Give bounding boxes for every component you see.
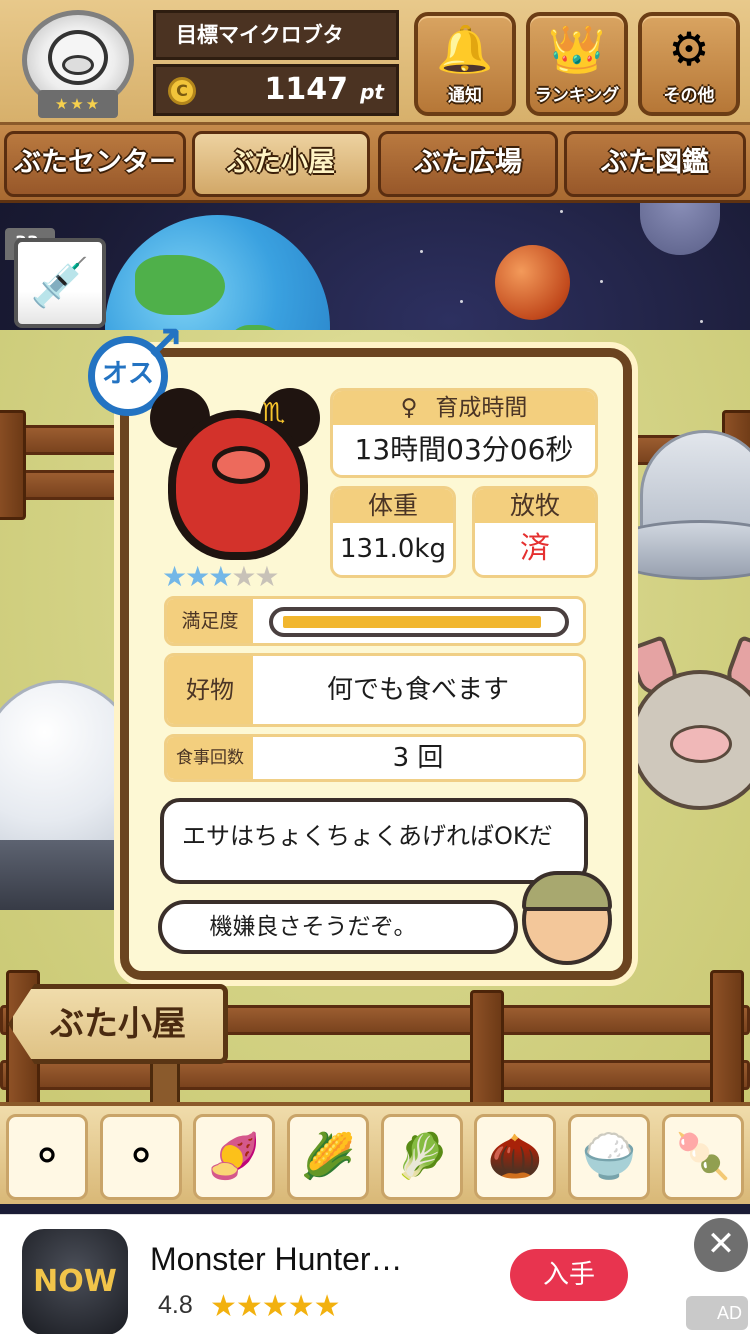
pig-rarity-stars: ★★★★★ — [162, 560, 280, 593]
tab-buta-hiroba[interactable]: ぶた広場 — [378, 131, 558, 197]
favorite-label: 好物 — [167, 656, 253, 724]
bell-icon: 🔔 — [436, 22, 494, 76]
graze-panel: 放牧 済 — [472, 486, 598, 578]
main-nav: ぶたセンター ぶた小屋 ぶた広場 ぶた図鑑 — [0, 125, 750, 203]
growth-time-panel: ♀ 育成時間 13時間03分06秒 — [330, 388, 598, 478]
weight-label: 体重 — [333, 489, 453, 523]
meal-count-label: 食事回数 — [167, 737, 253, 779]
food-item-meatball-plate[interactable]: 🍡 — [662, 1114, 744, 1200]
tab-buta-koya[interactable]: ぶた小屋 — [192, 131, 370, 197]
pig-snout — [212, 446, 270, 484]
star-decoration — [560, 210, 563, 213]
satisfaction-bar — [269, 607, 569, 637]
meal-count-value: 3 回 — [392, 743, 444, 773]
meal-count-row: 食事回数 3 回 — [164, 734, 586, 782]
sweet-potato-icon: 🍠 — [206, 1131, 262, 1182]
speech-bubble-mood: 機嫌良さそうだぞ。 — [158, 900, 518, 954]
tab-buta-zukan[interactable]: ぶた図鑑 — [564, 131, 746, 197]
location-sign: ぶた小屋 — [8, 984, 228, 1064]
star-decoration — [600, 280, 603, 283]
tab-buta-center[interactable]: ぶたセンター — [4, 131, 186, 197]
ranking-button-label: ランキング — [534, 86, 620, 106]
fence-post — [710, 970, 744, 1110]
satisfaction-fill — [283, 616, 542, 628]
notification-button[interactable]: 🔔 通知 — [414, 12, 516, 116]
rarity-stars-filled: ★★★ — [162, 560, 233, 593]
points-display: C 1147 pt — [153, 64, 399, 116]
grain-plate-icon: 🍚 — [581, 1131, 637, 1182]
star-decoration — [420, 250, 423, 253]
satisfaction-row: 満足度 — [164, 596, 586, 646]
star-decoration — [700, 320, 703, 323]
syringe-icon: 💉 — [30, 255, 90, 311]
settings-button-label: その他 — [663, 86, 715, 106]
top-header: ★★★ 目標マイクロブタ C 1147 pt 🔔 通知 👑 ランキング ⚙ その… — [0, 0, 750, 125]
graze-value: 済 — [520, 531, 550, 566]
zodiac-icon: ♏ — [262, 398, 286, 428]
food-item-corn[interactable]: 🌽 — [287, 1114, 369, 1200]
satisfaction-label: 満足度 — [167, 599, 253, 643]
farmer-avatar — [522, 871, 612, 965]
ad-get-button[interactable]: 入手 — [510, 1249, 628, 1301]
growth-time-label: 育成時間 — [435, 395, 528, 421]
ufo-decoration — [600, 430, 750, 620]
favorite-food-row: 好物 何でも食べます — [164, 653, 586, 727]
gear-icon: ⚙ — [668, 22, 710, 76]
star-decoration — [460, 300, 463, 303]
ad-rating: 4.8 — [158, 1291, 193, 1319]
soybeans-icon: ⚬ — [28, 1131, 66, 1182]
ranking-button[interactable]: 👑 ランキング — [526, 12, 628, 116]
goal-label: 目標マイクロブタ — [153, 10, 399, 60]
ad-rating-stars: ★★★★★ — [210, 1289, 340, 1324]
neighbor-pig[interactable] — [625, 634, 750, 810]
corn-icon: 🌽 — [300, 1131, 356, 1182]
mars-planet — [495, 245, 570, 320]
ad-mark-badge: AD — [686, 1296, 748, 1330]
weight-panel: 体重 131.0kg — [330, 486, 456, 578]
pig-portrait[interactable]: ♏ — [150, 360, 320, 570]
food-item-acorn[interactable]: 🌰 — [474, 1114, 556, 1200]
acorn-icon: 🌰 — [487, 1131, 543, 1182]
vegetable-leaf-icon: 🥬 — [394, 1131, 450, 1182]
ad-app-icon[interactable]: NOW — [22, 1229, 128, 1334]
meatball-plate-icon: 🍡 — [675, 1131, 731, 1182]
fence-post — [470, 990, 504, 1110]
ad-close-button[interactable]: ✕ — [694, 1218, 748, 1272]
favorite-value: 何でも食べます — [326, 675, 509, 705]
player-rank-stars: ★★★ — [38, 90, 118, 118]
rarity-stars-empty: ★★ — [231, 560, 279, 593]
points-value: 1147 — [264, 72, 349, 107]
player-avatar[interactable]: ★★★ — [18, 10, 138, 120]
weight-value: 131.0kg — [340, 534, 446, 564]
crown-icon: 👑 — [548, 22, 606, 76]
ad-title[interactable]: Monster Hunter… — [150, 1241, 403, 1278]
growth-time-value: 13時間03分06秒 — [354, 433, 574, 466]
fence-post — [0, 410, 26, 520]
food-item-beans-mix[interactable]: ⚬ — [100, 1114, 182, 1200]
speech-bubble-advice: エサはちょくちょくあげればOKだ — [160, 798, 588, 884]
syringe-item-button[interactable]: 💉 — [14, 238, 106, 328]
food-tray: ⚬ ⚬ 🍠 🌽 🥬 🌰 🍚 🍡 — [0, 1102, 750, 1204]
notification-button-label: 通知 — [448, 86, 482, 106]
food-item-sweet-potato[interactable]: 🍠 — [193, 1114, 275, 1200]
pin-icon: ♀ — [400, 395, 418, 421]
food-item-soybeans[interactable]: ⚬ — [6, 1114, 88, 1200]
coin-icon: C — [168, 77, 196, 105]
ad-banner[interactable]: NOW Monster Hunter… 4.8 ★★★★★ 入手 — [0, 1214, 750, 1334]
points-unit: pt — [360, 80, 384, 104]
food-item-vegetables[interactable]: 🥬 — [381, 1114, 463, 1200]
graze-label: 放牧 — [475, 489, 595, 523]
fence-rail — [0, 1060, 750, 1090]
settings-button[interactable]: ⚙ その他 — [638, 12, 740, 116]
beans-mix-icon: ⚬ — [122, 1131, 160, 1182]
food-item-grain-plate[interactable]: 🍚 — [568, 1114, 650, 1200]
